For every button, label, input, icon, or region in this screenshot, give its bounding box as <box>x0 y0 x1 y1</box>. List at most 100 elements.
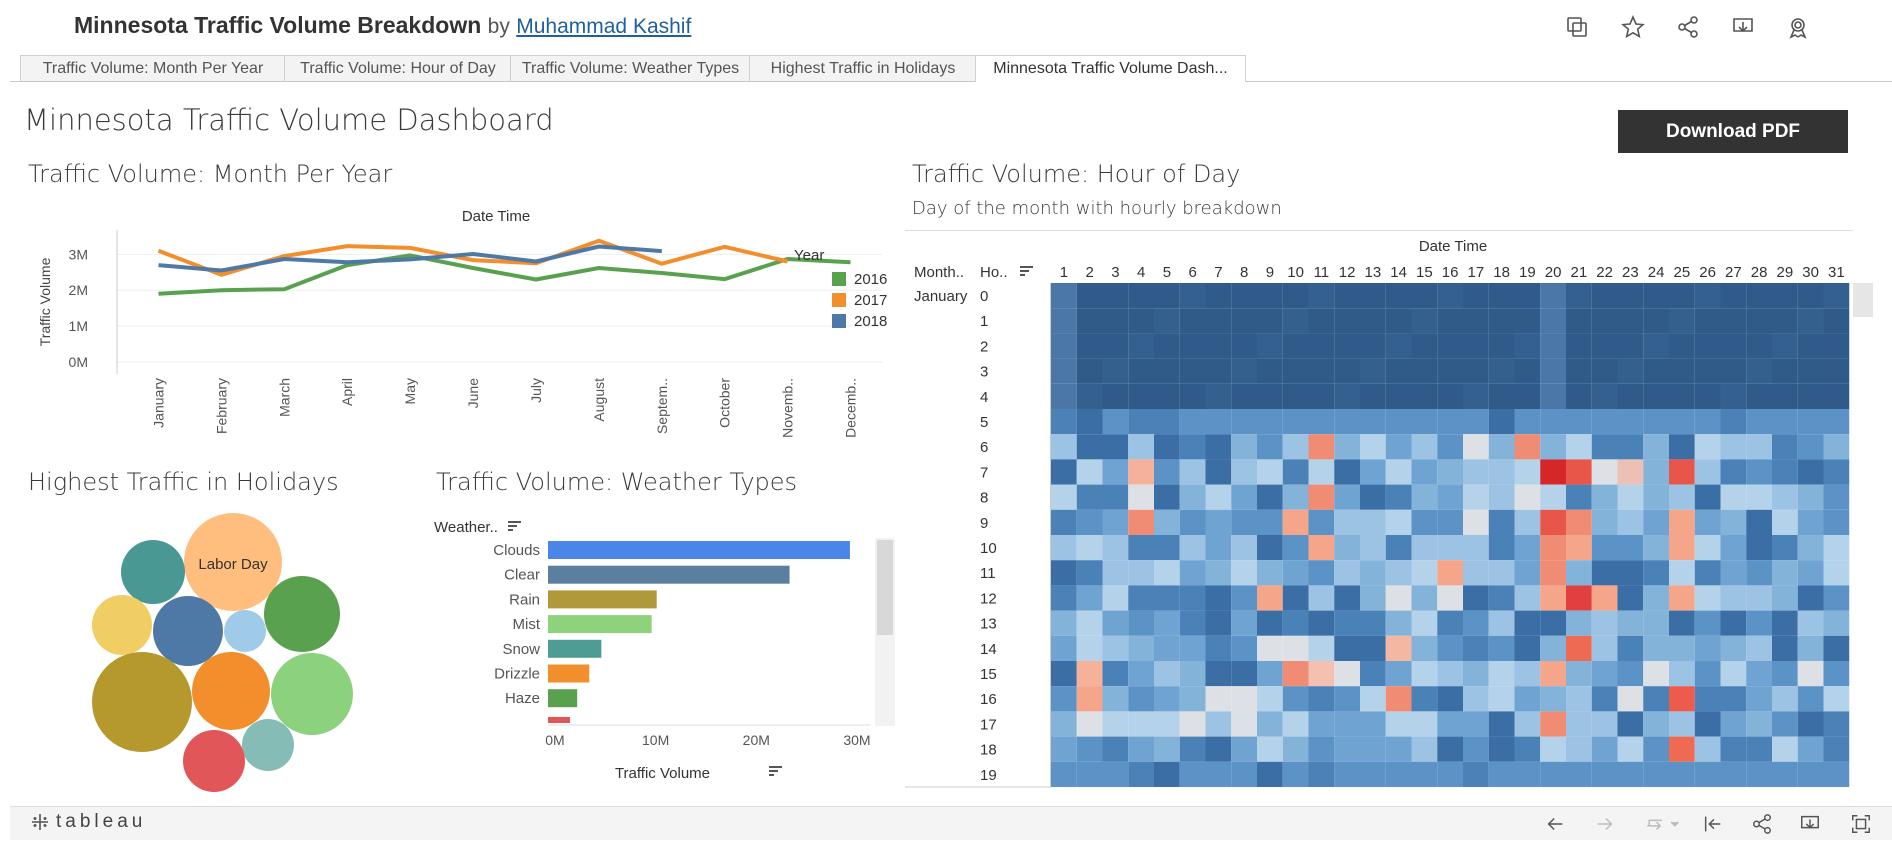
heatmap-cell[interactable] <box>1257 661 1283 687</box>
heatmap-cell[interactable] <box>1308 333 1335 359</box>
heatmap-cell[interactable] <box>1076 610 1103 636</box>
weather-bar-rain[interactable] <box>548 590 657 609</box>
heatmap-cell[interactable] <box>1051 560 1077 586</box>
heatmap-cell[interactable] <box>1076 308 1103 334</box>
heatmap-cell[interactable] <box>1257 409 1283 435</box>
download-icon[interactable] <box>1727 12 1759 42</box>
heatmap-cell[interactable] <box>1308 434 1335 460</box>
heatmap-cell[interactable] <box>1205 661 1232 687</box>
heatmap-cell[interactable] <box>1797 409 1824 435</box>
heatmap-cell[interactable] <box>1746 560 1772 586</box>
tableau-logo[interactable]: tableau <box>30 811 146 833</box>
heatmap-cell[interactable] <box>1257 535 1283 561</box>
heatmap-cell[interactable] <box>1102 560 1129 586</box>
heatmap-cell[interactable] <box>1463 333 1489 359</box>
heatmap-cell[interactable] <box>1154 509 1180 535</box>
heatmap-cell[interactable] <box>1540 434 1566 460</box>
heatmap-cell[interactable] <box>1076 484 1103 510</box>
heatmap-cell[interactable] <box>1385 308 1412 334</box>
heatmap-cell[interactable] <box>1772 434 1798 460</box>
heatmap-cell[interactable] <box>1179 610 1206 636</box>
heatmap-cell[interactable] <box>1591 610 1618 636</box>
heatmap-cell[interactable] <box>1282 358 1309 384</box>
heatmap-cell[interactable] <box>1514 459 1541 485</box>
heatmap-cell[interactable] <box>1282 383 1309 409</box>
bubble[interactable] <box>92 595 152 655</box>
heatmap-cell[interactable] <box>1669 283 1695 309</box>
heatmap-cell[interactable] <box>1076 661 1103 687</box>
heatmap-cell[interactable] <box>1051 283 1077 309</box>
heatmap-cell[interactable] <box>1411 560 1438 586</box>
heatmap-cell[interactable] <box>1334 509 1360 535</box>
heatmap-cell[interactable] <box>1720 736 1747 762</box>
heatmap-cell[interactable] <box>1076 358 1103 384</box>
heatmap-cell[interactable] <box>1128 661 1154 687</box>
heatmap-cell[interactable] <box>1488 560 1515 586</box>
heatmap-cell[interactable] <box>1257 383 1283 409</box>
heatmap-cell[interactable] <box>1308 484 1335 510</box>
heatmap-cell[interactable] <box>1540 358 1566 384</box>
heatmap-cell[interactable] <box>1282 333 1309 359</box>
heatmap-cell[interactable] <box>1385 585 1412 611</box>
heatmap-cell[interactable] <box>1488 434 1515 460</box>
heatmap-cell[interactable] <box>1128 459 1154 485</box>
heatmap-cell[interactable] <box>1694 711 1721 737</box>
heatmap-cell[interactable] <box>1669 711 1695 737</box>
heatmap-cell[interactable] <box>1566 333 1592 359</box>
heatmap-cell[interactable] <box>1231 635 1257 661</box>
heatmap-cell[interactable] <box>1334 459 1360 485</box>
heatmap-cell[interactable] <box>1205 358 1232 384</box>
heatmap-cell[interactable] <box>1282 585 1309 611</box>
heatmap-cell[interactable] <box>1282 434 1309 460</box>
heatmap-cell[interactable] <box>1720 308 1747 334</box>
heatmap-cell[interactable] <box>1360 434 1386 460</box>
heatmap-cell[interactable] <box>1540 535 1566 561</box>
heatmap-cell[interactable] <box>1076 409 1103 435</box>
heatmap-cell[interactable] <box>1308 535 1335 561</box>
heatmap-cell[interactable] <box>1205 409 1232 435</box>
heatmap-cell[interactable] <box>1643 484 1669 510</box>
fullscreen-icon[interactable] <box>1848 812 1874 836</box>
heatmap-cell[interactable] <box>1076 434 1103 460</box>
heatmap-cell[interactable] <box>1437 308 1463 334</box>
heatmap-cell[interactable] <box>1694 409 1721 435</box>
heatmap-cell[interactable] <box>1437 585 1463 611</box>
heatmap-cell[interactable] <box>1205 333 1232 359</box>
heatmap-cell[interactable] <box>1411 308 1438 334</box>
heatmap-cell[interactable] <box>1179 434 1206 460</box>
heatmap-cell[interactable] <box>1257 333 1283 359</box>
heatmap-cell[interactable] <box>1463 610 1489 636</box>
heatmap-cell[interactable] <box>1360 635 1386 661</box>
heatmap-cell[interactable] <box>1179 459 1206 485</box>
heatmap-cell[interactable] <box>1772 535 1798 561</box>
heatmap-cell[interactable] <box>1540 509 1566 535</box>
heatmap-cell[interactable] <box>1772 308 1798 334</box>
heatmap-cell[interactable] <box>1797 635 1824 661</box>
heatmap-cell[interactable] <box>1463 358 1489 384</box>
heatmap-cell[interactable] <box>1154 358 1180 384</box>
heatmap-cell[interactable] <box>1128 610 1154 636</box>
heatmap-cell[interactable] <box>1514 535 1541 561</box>
heatmap-cell[interactable] <box>1617 661 1644 687</box>
heatmap-cell[interactable] <box>1102 585 1129 611</box>
heatmap-cell[interactable] <box>1566 661 1592 687</box>
heatmap-cell[interactable] <box>1437 434 1463 460</box>
heatmap-cell[interactable] <box>1488 308 1515 334</box>
heatmap-cell[interactable] <box>1694 535 1721 561</box>
heatmap-cell[interactable] <box>1797 358 1824 384</box>
heatmap-cell[interactable] <box>1385 535 1412 561</box>
copy-icon[interactable] <box>1561 12 1593 42</box>
heatmap-cell[interactable] <box>1669 736 1695 762</box>
heatmap-cell[interactable] <box>1540 686 1566 712</box>
heatmap-cell[interactable] <box>1591 761 1618 787</box>
heatmap-cell[interactable] <box>1334 711 1360 737</box>
heatmap-cell[interactable] <box>1205 535 1232 561</box>
heatmap-cell[interactable] <box>1179 484 1206 510</box>
sort-icon[interactable] <box>1020 266 1033 276</box>
heatmap-cell[interactable] <box>1154 383 1180 409</box>
heatmap-cell[interactable] <box>1694 383 1721 409</box>
heatmap-cell[interactable] <box>1514 686 1541 712</box>
heatmap-cell[interactable] <box>1669 509 1695 535</box>
heatmap-cell[interactable] <box>1669 484 1695 510</box>
heatmap-cell[interactable] <box>1231 686 1257 712</box>
